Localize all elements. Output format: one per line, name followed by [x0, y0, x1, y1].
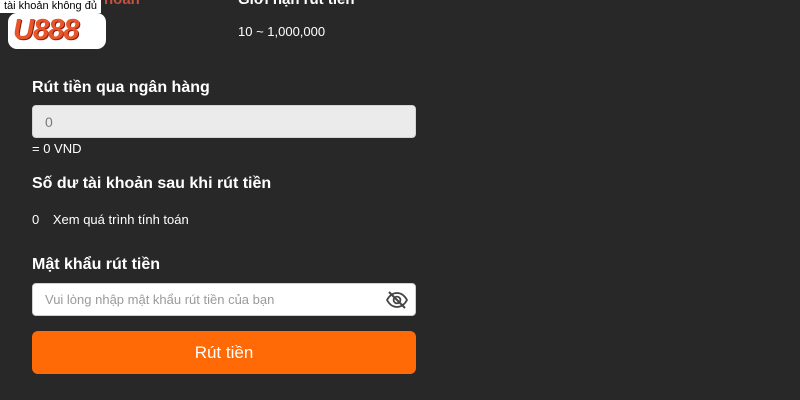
- logo-caption: tài khoản không đủ: [0, 0, 101, 13]
- converted-amount: = 0 VND: [32, 141, 82, 156]
- logo-text: U888: [13, 14, 79, 46]
- amount-value: 0: [45, 113, 53, 130]
- bank-withdraw-label: Rút tiền qua ngân hàng: [32, 79, 210, 96]
- password-placeholder: Vui lòng nhập mật khẩu rút tiền của bạn: [45, 292, 275, 307]
- brand-logo: U888 tài khoản không đủ: [0, 0, 140, 52]
- calculation-link[interactable]: Xem quá trình tính toán: [53, 212, 189, 227]
- password-label: Mật khẩu rút tiền: [32, 256, 161, 273]
- eye-slash-icon[interactable]: [385, 288, 409, 312]
- limit-title: Giới hạn rút tiền: [238, 0, 355, 8]
- password-field[interactable]: Vui lòng nhập mật khẩu rút tiền của bạn: [32, 283, 416, 316]
- amount-input[interactable]: 0: [32, 105, 416, 138]
- balance-label: Số dư tài khoản sau khi rút tiền: [32, 175, 272, 192]
- balance-value: 0: [32, 212, 40, 227]
- withdraw-button[interactable]: Rút tiền: [32, 331, 416, 374]
- limit-value: 10 ~ 1,000,000: [238, 24, 326, 39]
- balance-row: 0 Xem quá trình tính toán: [32, 212, 189, 227]
